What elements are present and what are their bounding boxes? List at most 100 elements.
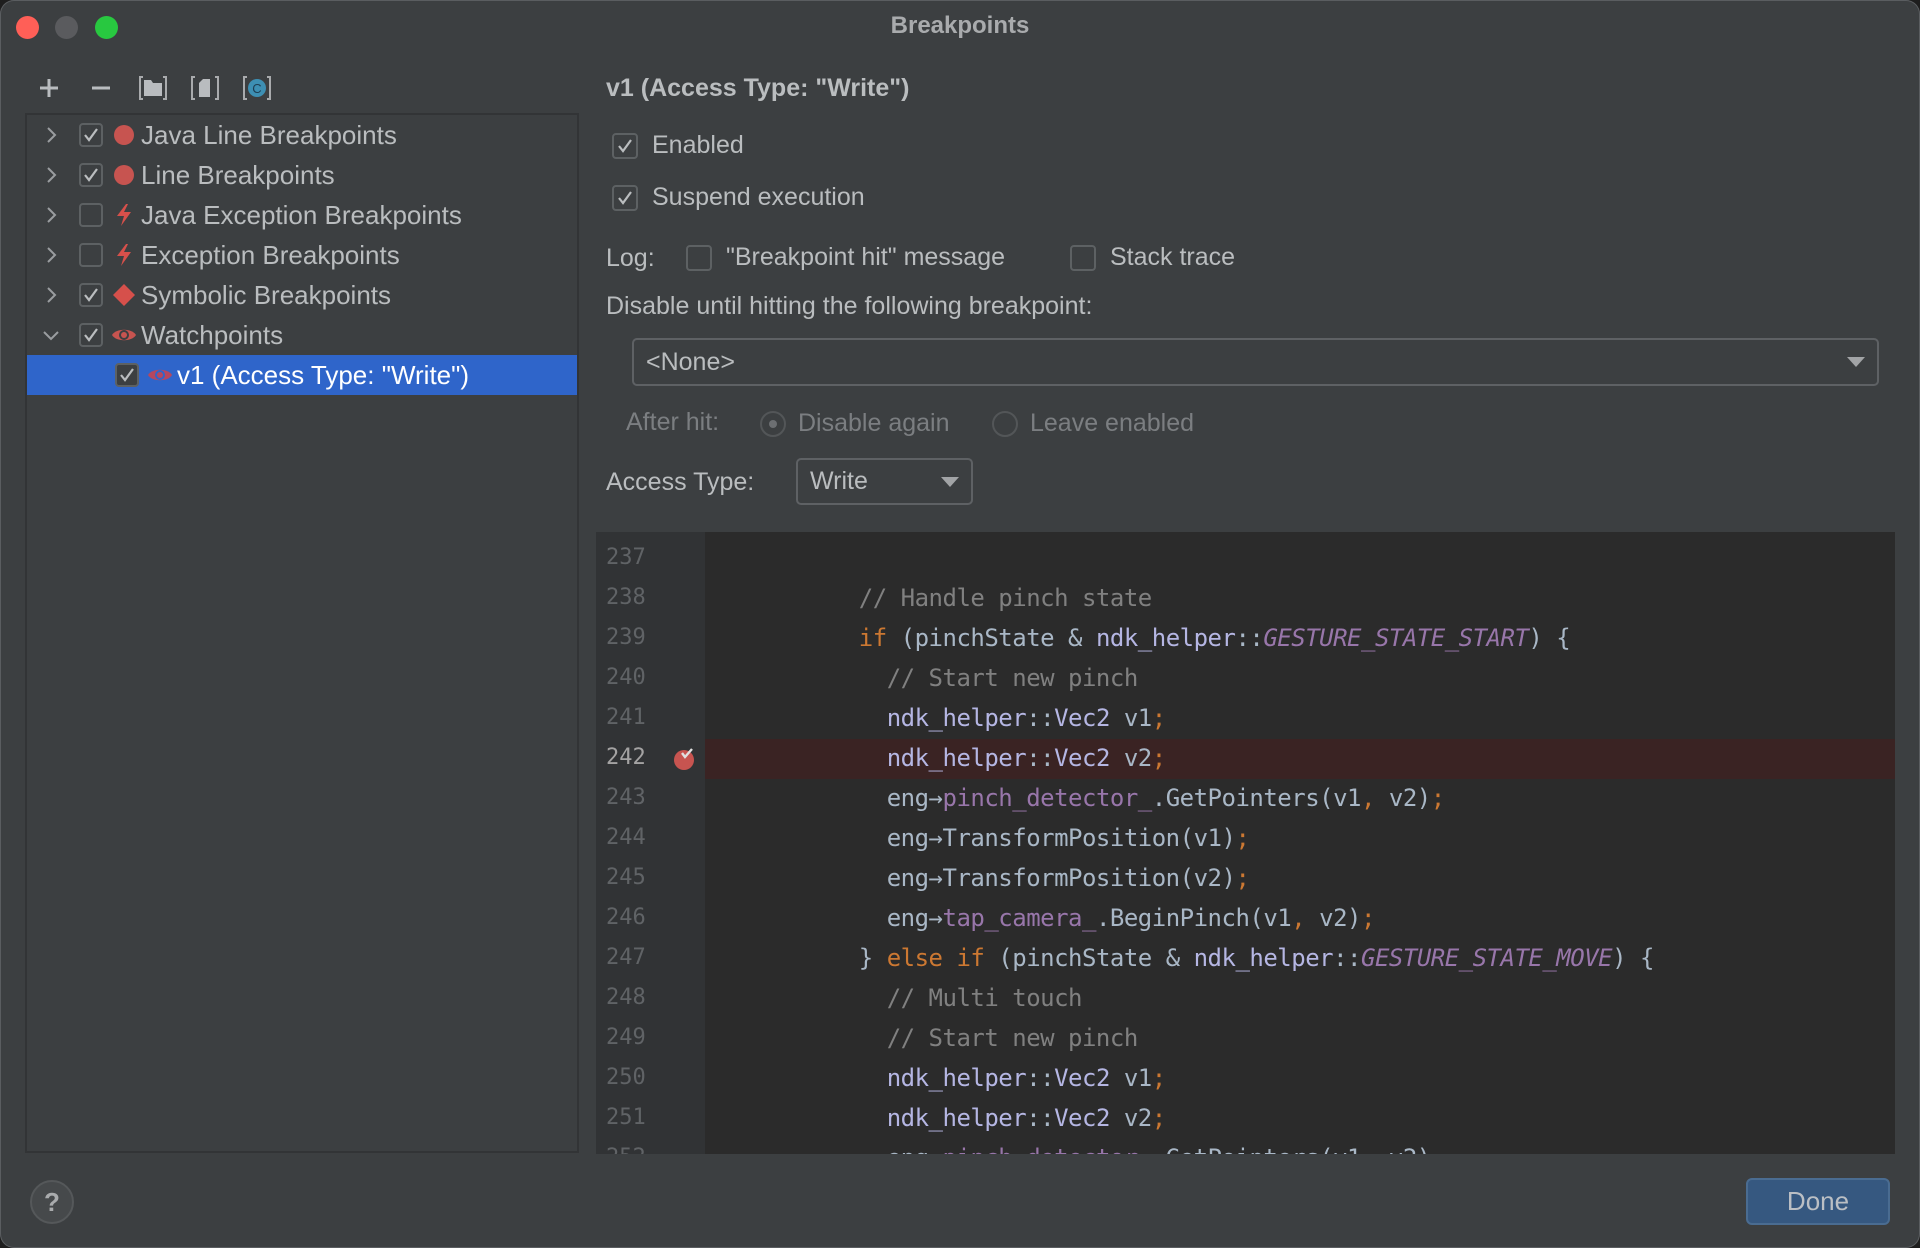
code-line: 248 // Multi touch — [596, 979, 1895, 1019]
log-message-label: "Breakpoint hit" message — [726, 243, 1006, 271]
tree-item-selected-watchpoint[interactable]: v1 (Access Type: "Write") — [27, 355, 577, 395]
chevron-down-icon[interactable] — [41, 325, 61, 345]
after-hit-leave-enabled[interactable]: Leave enabled — [992, 409, 1194, 438]
group-by-class-button[interactable]: C — [238, 71, 276, 105]
line-number: 241 — [606, 705, 646, 730]
code-line: 252 eng→pinch_detector_.GetPointers(v1, … — [596, 1139, 1895, 1154]
tree-item-watchpoints[interactable]: Watchpoints — [27, 315, 577, 355]
suspend-execution-checkbox[interactable] — [612, 184, 638, 211]
tree-item-java-exception-breakpoints[interactable]: Java Exception Breakpoints — [27, 195, 577, 235]
window-title: Breakpoints — [890, 12, 1030, 39]
line-number: 242 — [606, 745, 646, 770]
code-text: // Handle pinch state — [803, 584, 1152, 612]
disable-until-dropdown[interactable]: <None> — [632, 338, 1879, 386]
tree-item-label: v1 (Access Type: "Write") — [177, 359, 470, 390]
checkmark-icon — [84, 328, 98, 342]
stack-trace-option[interactable]: Stack trace — [1070, 243, 1235, 272]
log-message-option[interactable]: "Breakpoint hit" message — [686, 243, 1005, 272]
line-number: 248 — [606, 985, 646, 1010]
line-number: 252 — [606, 1145, 656, 1154]
group-by-file-button[interactable] — [186, 71, 224, 105]
tree-item-line-breakpoints[interactable]: Line Breakpoints — [27, 155, 577, 195]
tree-item-exception-breakpoints[interactable]: Exception Breakpoints — [27, 235, 577, 275]
code-line: 246 eng→tap_camera_.BeginPinch(v1, v2); — [596, 899, 1895, 939]
code-text: eng→pinch_detector_.GetPointers(v1, v2); — [803, 784, 1446, 812]
code-line: 251 ndk_helper::Vec2 v2; — [596, 1099, 1895, 1139]
tree-item-java-line-breakpoints[interactable]: Java Line Breakpoints — [27, 115, 577, 155]
breakpoints-tree[interactable]: Java Line Breakpoints Line Breakpoints Jav… — [25, 113, 579, 1153]
group-by-package-button[interactable] — [134, 71, 172, 105]
line-number: 251 — [606, 1105, 646, 1130]
tree-item-symbolic-breakpoints[interactable]: Symbolic Breakpoints — [27, 275, 577, 315]
leave-enabled-radio[interactable] — [992, 410, 1018, 437]
folder-bracket-icon — [139, 76, 167, 100]
tree-item-label: Line Breakpoints — [141, 159, 335, 190]
checkmark-icon — [84, 288, 98, 302]
enabled-option[interactable]: Enabled — [612, 131, 744, 160]
after-hit-label: After hit: — [626, 408, 720, 436]
tree-item-checkbox[interactable] — [79, 203, 103, 227]
enabled-checkbox[interactable] — [612, 132, 638, 159]
code-line: 249 // Start new pinch — [596, 1019, 1895, 1059]
line-number: 243 — [606, 785, 646, 810]
chevron-right-icon[interactable] — [41, 245, 61, 265]
eye-icon — [147, 362, 173, 388]
log-message-checkbox[interactable] — [686, 244, 712, 271]
suspend-execution-label: Suspend execution — [652, 183, 865, 211]
done-button[interactable]: Done — [1746, 1178, 1890, 1225]
tree-item-label: Java Line Breakpoints — [141, 119, 397, 150]
breakpoint-hit-icon[interactable] — [673, 748, 695, 770]
remove-breakpoint-button[interactable] — [82, 71, 120, 105]
line-number: 245 — [606, 865, 646, 890]
tree-item-checkbox[interactable] — [79, 283, 103, 307]
tree-item-label: Watchpoints — [141, 319, 284, 350]
red-circle-icon — [111, 162, 137, 188]
code-text: ndk_helper::Vec2 v2; — [803, 744, 1167, 772]
code-line: 237 — [596, 539, 1895, 579]
disable-again-radio[interactable] — [760, 410, 786, 437]
chevron-right-icon[interactable] — [41, 285, 61, 305]
chevron-down-icon — [941, 476, 959, 487]
code-text: // Multi touch — [803, 984, 1083, 1012]
code-line: 242 ndk_helper::Vec2 v2; — [596, 739, 1895, 779]
code-text: eng→pinch_detector_.GetPointers(v1, v2) — [803, 1144, 1432, 1154]
code-line: 241 ndk_helper::Vec2 v1; — [596, 699, 1895, 739]
chevron-right-icon[interactable] — [41, 165, 61, 185]
disable-again-label: Disable again — [798, 409, 950, 437]
stack-trace-checkbox[interactable] — [1070, 244, 1096, 271]
code-text: if (pinchState & ndk_helper::GESTURE_STA… — [803, 624, 1571, 652]
code-text: eng→TransformPosition(v1); — [803, 824, 1250, 852]
tree-item-checkbox[interactable] — [79, 243, 103, 267]
suspend-execution-option[interactable]: Suspend execution — [612, 183, 865, 212]
add-breakpoint-button[interactable] — [30, 71, 68, 105]
line-number: 238 — [606, 585, 646, 610]
access-type-dropdown[interactable]: Write — [796, 458, 973, 505]
line-number: 247 — [606, 945, 646, 970]
code-text: eng→tap_camera_.BeginPinch(v1, v2); — [803, 904, 1376, 932]
tree-item-label: Java Exception Breakpoints — [141, 199, 462, 230]
access-type-label: Access Type: — [606, 468, 755, 496]
chevron-right-icon[interactable] — [41, 205, 61, 225]
code-line: 238 // Handle pinch state — [596, 579, 1895, 619]
enabled-label: Enabled — [652, 131, 744, 159]
line-number: 239 — [606, 625, 646, 650]
after-hit-disable-again[interactable]: Disable again — [760, 409, 950, 438]
chevron-right-icon[interactable] — [41, 125, 61, 145]
tree-item-checkbox[interactable] — [79, 163, 103, 187]
disable-until-value: <None> — [646, 347, 735, 376]
tree-item-checkbox[interactable] — [115, 363, 139, 387]
disable-until-label: Disable until hitting the following brea… — [606, 292, 1093, 320]
code-line: 245 eng→TransformPosition(v2); — [596, 859, 1895, 899]
checkmark-icon — [618, 138, 632, 153]
plus-icon — [40, 79, 58, 97]
code-line: 247 } else if (pinchState & ndk_helper::… — [596, 939, 1895, 979]
red-circle-icon — [111, 122, 137, 148]
help-button[interactable]: ? — [30, 1180, 74, 1224]
code-text: // Start new pinch — [803, 1024, 1139, 1052]
code-line: 244 eng→TransformPosition(v1); — [596, 819, 1895, 859]
tree-item-checkbox[interactable] — [79, 323, 103, 347]
tree-item-checkbox[interactable] — [79, 123, 103, 147]
code-line: 240 // Start new pinch — [596, 659, 1895, 699]
code-preview[interactable]: 237 238 // Handle pinch state 239 if (pinc… — [596, 532, 1895, 1154]
access-type-value: Write — [810, 467, 868, 495]
